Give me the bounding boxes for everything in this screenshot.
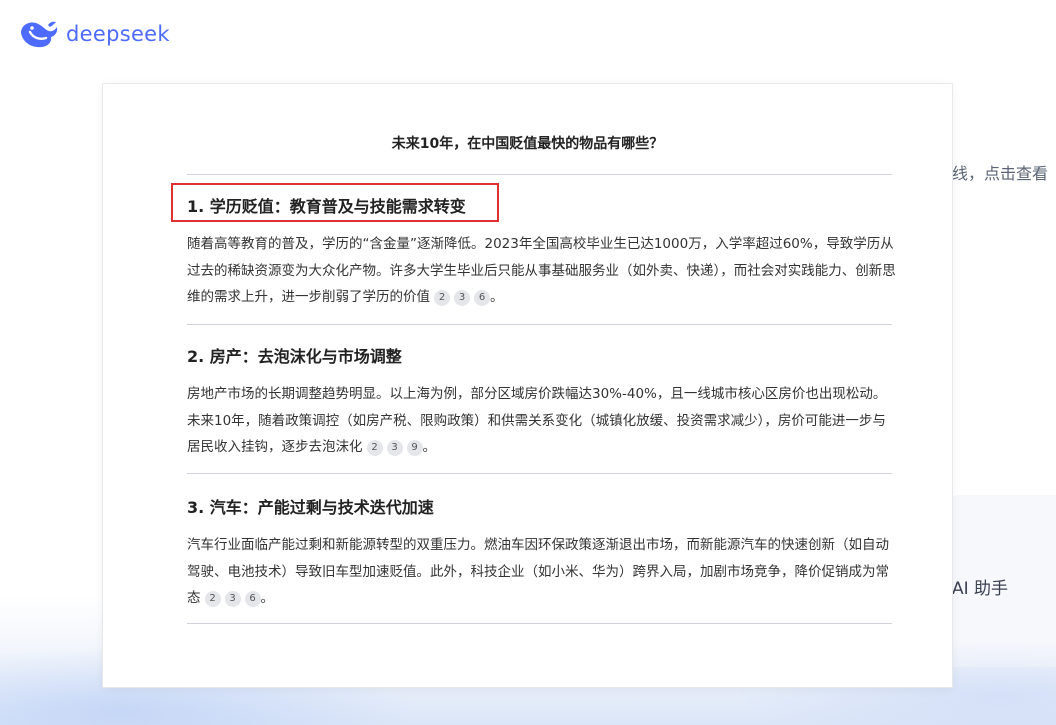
question-title: 未来10年，在中国贬值最快的物品有哪些？: [391, 136, 664, 152]
citation-badge[interactable]: 6: [244, 591, 261, 607]
section-title-2: 2. 房产：去泡沫化与市场调整: [187, 347, 402, 366]
side-hint-text: 线，点击查看: [952, 164, 1049, 183]
citation-badge[interactable]: 2: [434, 290, 450, 306]
citation-badge[interactable]: 2: [366, 440, 383, 456]
citation-badge[interactable]: 6: [474, 290, 490, 306]
citation-badge[interactable]: 9: [406, 440, 423, 456]
citation-badge[interactable]: 2: [204, 591, 221, 607]
sentence-end: 。: [260, 590, 275, 606]
divider: [187, 473, 892, 474]
section-text: 汽车行业面临产能过剩和新能源转型的双重压力。燃油车因环保政策逐渐退出市场，而新能…: [187, 537, 889, 606]
whale-logo-icon: [21, 21, 58, 48]
answer-card: 未来10年，在中国贬值最快的物品有哪些？ 1. 学历贬值：教育普及与技能需求转变…: [103, 84, 952, 687]
citation-badge[interactable]: 3: [386, 440, 403, 456]
divider: [187, 324, 892, 325]
section-body-2: 房地产市场的长期调整趋势明显。以上海为例，部分区域房价跌幅达30%-40%，且一…: [187, 381, 897, 461]
deepseek-logo[interactable]: deepseek: [18, 18, 170, 50]
divider: [187, 174, 892, 175]
citation-badge[interactable]: 3: [454, 290, 470, 306]
sentence-end: 。: [422, 439, 437, 455]
section-body-3: 汽车行业面临产能过剩和新能源转型的双重压力。燃油车因环保政策逐渐退出市场，而新能…: [187, 532, 897, 612]
section-title-3: 3. 汽车：产能过剩与技术迭代加速: [187, 498, 434, 517]
section-body-1: 随着高等教育的普及，学历的“含金量”逐渐降低。2023年全国高校毕业生已达100…: [187, 231, 897, 311]
section-title-1: 1. 学历贬值：教育普及与技能需求转变: [187, 197, 466, 216]
citation-badge[interactable]: 3: [224, 591, 241, 607]
sentence-end: 。: [490, 289, 504, 305]
section-text: 随着高等教育的普及，学历的“含金量”逐渐降低。2023年全国高校毕业生已达100…: [187, 236, 896, 305]
side-assistant-text: AI 助手: [952, 579, 1009, 599]
section-text: 房地产市场的长期调整趋势明显。以上海为例，部分区域房价跌幅达30%-40%，且一…: [187, 386, 887, 455]
brand-name: deepseek: [66, 22, 170, 46]
divider: [187, 623, 892, 624]
